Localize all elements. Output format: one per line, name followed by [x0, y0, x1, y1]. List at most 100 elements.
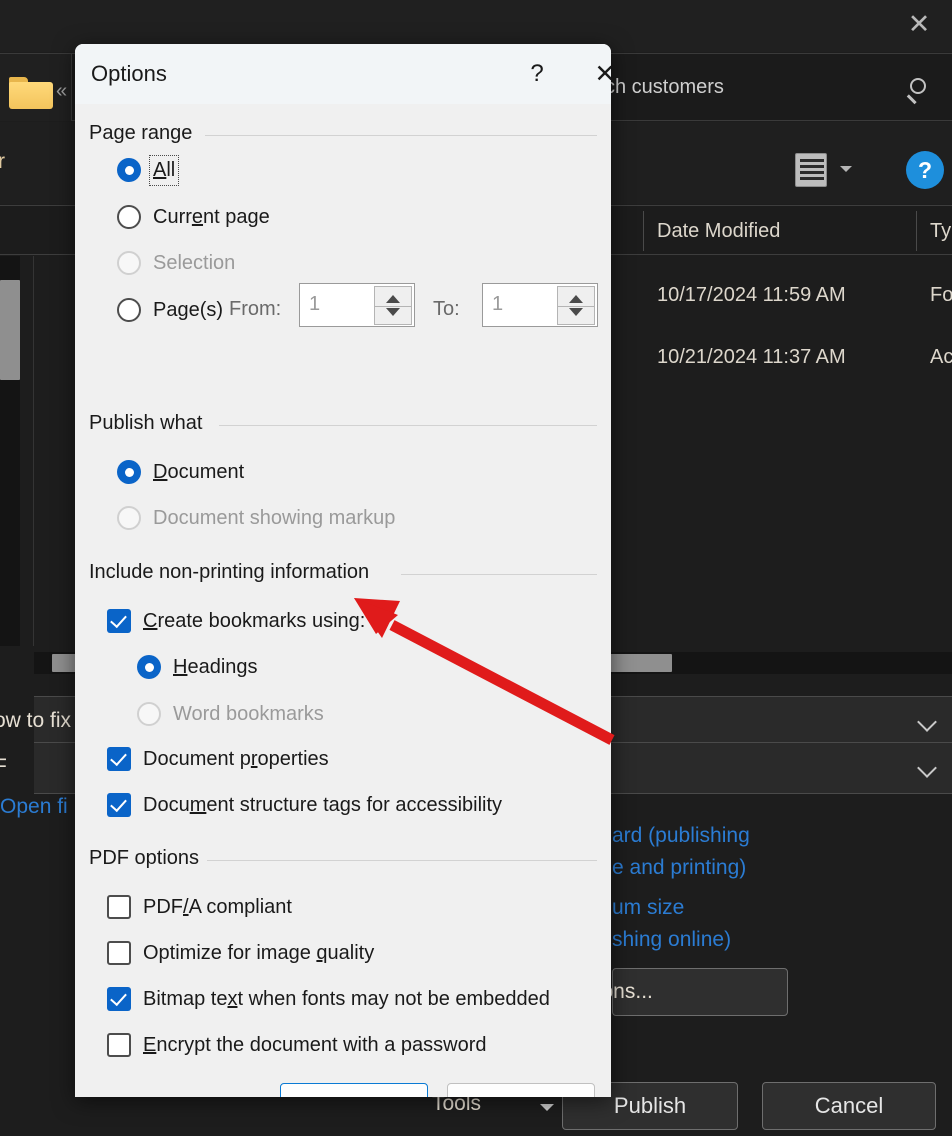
to-page-value[interactable]: 1: [492, 293, 503, 316]
column-header-date-modified[interactable]: Date Modified: [657, 220, 780, 243]
from-page-spin-buttons[interactable]: [374, 286, 412, 325]
search-input[interactable]: ch customers: [605, 76, 724, 99]
radio-headings-indicator[interactable]: [137, 655, 161, 679]
bitmap-text-checkbox[interactable]: Bitmap text when fonts may not be embedd…: [107, 987, 550, 1011]
help-icon[interactable]: ?: [515, 54, 559, 94]
close-icon[interactable]: ✕: [583, 54, 611, 94]
create-bookmarks-label: Create bookmarks using:: [143, 609, 366, 632]
radio-headings[interactable]: Headings: [137, 655, 258, 679]
group-pdf-options: PDF options: [89, 847, 597, 870]
group-title-page-range: Page range: [89, 122, 193, 144]
dialog-body: Page range All Current page Selection Pa…: [75, 104, 611, 1097]
encrypt-document-label: Encrypt the document with a password: [143, 1033, 487, 1056]
encrypt-document-checkbox-indicator[interactable]: [107, 1033, 131, 1057]
pdfa-compliant-label: PDF/A compliant: [143, 895, 292, 918]
file-date-modified: 10/17/2024 11:59 AM: [657, 284, 846, 306]
chevron-down-icon[interactable]: [917, 758, 937, 778]
optimize-minimum-line1[interactable]: um size: [612, 896, 684, 920]
radio-all-label: All: [148, 154, 180, 186]
radio-headings-label: Headings: [173, 655, 258, 678]
optimize-standard-line2[interactable]: e and printing): [612, 856, 746, 880]
spin-up-icon: [386, 295, 400, 303]
radio-pages-label: Page(s): [153, 298, 224, 321]
group-title-publish-what: Publish what: [89, 412, 203, 434]
optimize-image-quality-label: Optimize for image quality: [143, 941, 375, 964]
radio-selection: Selection: [117, 251, 235, 275]
ok-button[interactable]: OK: [280, 1083, 428, 1097]
from-page-stepper[interactable]: 1: [299, 283, 415, 327]
pdfa-compliant-checkbox-indicator[interactable]: [107, 895, 131, 919]
encrypt-document-checkbox[interactable]: Encrypt the document with a password: [107, 1033, 487, 1057]
chevron-down-icon[interactable]: [917, 712, 937, 732]
radio-document-indicator[interactable]: [117, 460, 141, 484]
open-file-link[interactable]: Open fi: [0, 795, 68, 819]
options-button[interactable]: tions...: [591, 968, 788, 1016]
document-structure-tags-checkbox[interactable]: Document structure tags for accessibilit…: [107, 793, 502, 817]
radio-document-showing-markup: Document showing markup: [117, 506, 395, 530]
create-bookmarks-checkbox-indicator[interactable]: [107, 609, 131, 633]
background-cancel-button[interactable]: Cancel: [762, 1082, 936, 1130]
radio-current-page-indicator[interactable]: [117, 205, 141, 229]
to-page-spin-buttons[interactable]: [557, 286, 595, 325]
from-label: From:: [229, 298, 282, 320]
radio-document-showing-markup-label: Document showing markup: [153, 506, 396, 529]
radio-word-bookmarks-indicator: [137, 702, 161, 726]
close-icon[interactable]: ✕: [896, 4, 942, 44]
search-icon[interactable]: [905, 76, 935, 106]
spin-down-icon: [386, 308, 400, 316]
document-properties-checkbox-indicator[interactable]: [107, 747, 131, 771]
breadcrumb-folder-chip[interactable]: «: [0, 54, 72, 121]
file-type: Fo: [930, 284, 952, 306]
spin-up-icon: [569, 295, 583, 303]
group-publish-what: Publish what: [89, 412, 597, 435]
new-folder-label[interactable]: lder: [0, 150, 5, 174]
create-bookmarks-using-checkbox[interactable]: Create bookmarks using:: [107, 609, 365, 633]
from-page-value[interactable]: 1: [309, 293, 320, 316]
help-button[interactable]: ?: [906, 151, 944, 189]
file-name-value: ow to fix: [0, 709, 72, 732]
list-view-icon[interactable]: [795, 153, 827, 187]
radio-all[interactable]: All: [117, 154, 180, 186]
column-header-type[interactable]: Ty: [930, 220, 951, 243]
optimize-minimum-line2[interactable]: shing online): [612, 928, 731, 952]
document-structure-tags-checkbox-indicator[interactable]: [107, 793, 131, 817]
radio-pages[interactable]: Page(s): [117, 298, 223, 322]
optimize-standard-line1[interactable]: ard (publishing: [612, 824, 750, 848]
document-properties-label: Document properties: [143, 747, 329, 770]
document-structure-tags-label: Document structure tags for accessibilit…: [143, 793, 503, 816]
nav-back-icon[interactable]: «: [56, 80, 67, 103]
group-title-non-printing: Include non-printing information: [89, 561, 370, 583]
to-label: To:: [433, 298, 460, 320]
radio-word-bookmarks-label: Word bookmarks: [173, 702, 324, 725]
bitmap-text-label: Bitmap text when fonts may not be embedd…: [143, 987, 550, 1010]
radio-word-bookmarks: Word bookmarks: [137, 702, 324, 726]
radio-pages-indicator[interactable]: [117, 298, 141, 322]
pdfa-compliant-checkbox[interactable]: PDF/A compliant: [107, 895, 292, 919]
radio-document-label: Document: [153, 460, 245, 483]
group-include-non-printing: Include non-printing information: [89, 561, 597, 584]
chevron-down-icon[interactable]: [840, 166, 852, 172]
radio-current-page-label: Current page: [153, 205, 270, 228]
radio-current-page[interactable]: Current page: [117, 205, 270, 229]
radio-document-showing-markup-indicator: [117, 506, 141, 530]
chevron-down-icon[interactable]: [540, 1104, 554, 1111]
document-properties-checkbox[interactable]: Document properties: [107, 747, 329, 771]
radio-selection-label: Selection: [153, 251, 236, 274]
folder-icon: [9, 77, 53, 109]
dialog-titlebar: Options ? ✕: [75, 44, 611, 104]
optimize-image-quality-checkbox[interactable]: Optimize for image quality: [107, 941, 374, 965]
radio-all-indicator[interactable]: [117, 158, 141, 182]
group-page-range: Page range: [89, 122, 597, 145]
dialog-title: Options: [91, 61, 167, 86]
radio-document[interactable]: Document: [117, 460, 244, 484]
bitmap-text-checkbox-indicator[interactable]: [107, 987, 131, 1011]
to-page-stepper[interactable]: 1: [482, 283, 598, 327]
radio-selection-indicator: [117, 251, 141, 275]
file-date-modified: 10/21/2024 11:37 AM: [657, 346, 846, 368]
file-type-value: F: [0, 755, 7, 778]
optimize-image-quality-checkbox-indicator[interactable]: [107, 941, 131, 965]
group-title-pdf-options: PDF options: [89, 847, 200, 869]
file-type: Ac: [930, 346, 952, 368]
spin-down-icon: [569, 308, 583, 316]
cancel-button[interactable]: Cancel: [447, 1083, 595, 1097]
